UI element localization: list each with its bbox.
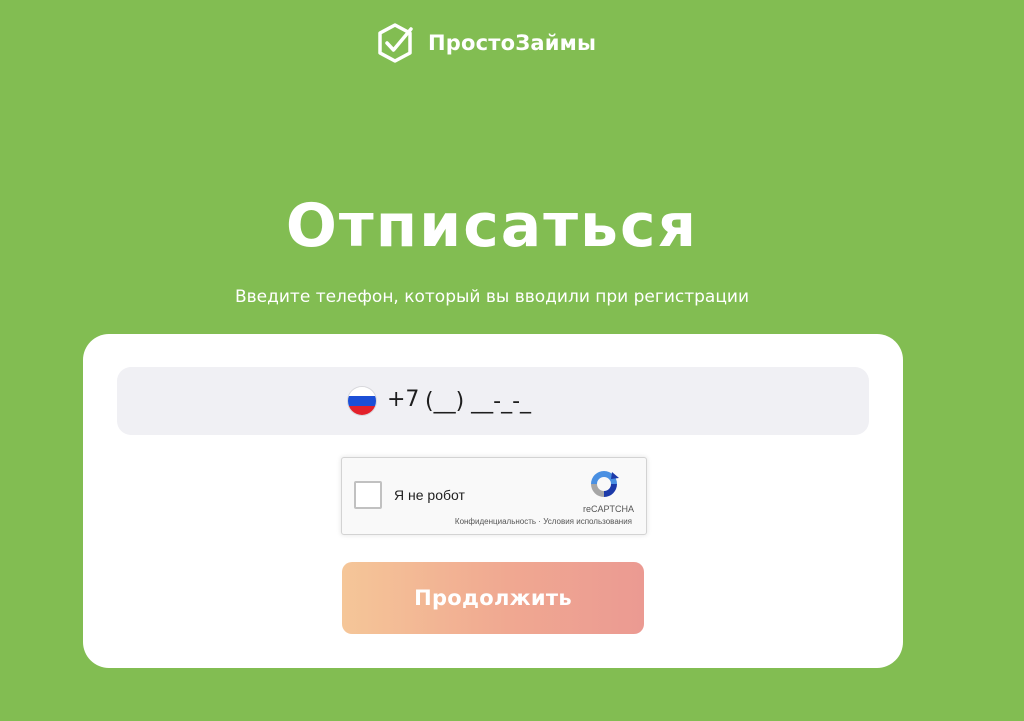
- phone-field[interactable]: +7: [117, 367, 869, 435]
- recaptcha-brand: reCAPTCHA: [582, 504, 634, 514]
- page-title: Отписаться: [285, 191, 699, 261]
- recaptcha-logo-icon: [588, 468, 620, 500]
- page-subtitle: Введите телефон, который вы вводили при …: [234, 287, 749, 307]
- unsubscribe-form-card: +7 Я не робот reCAPTCHA Конфиденциальнос…: [83, 334, 903, 668]
- logo-text: ПростоЗаймы: [428, 31, 597, 55]
- link-separator: ·: [538, 517, 541, 526]
- recaptcha-links: Конфиденциальность · Условия использован…: [455, 517, 632, 526]
- recaptcha-checkbox[interactable]: [354, 481, 382, 509]
- logo[interactable]: ПростоЗаймы: [374, 22, 596, 64]
- terms-link[interactable]: Условия использования: [543, 517, 632, 526]
- country-code: +7: [387, 387, 420, 412]
- shield-check-icon: [374, 22, 416, 64]
- recaptcha-label: Я не робот: [394, 487, 465, 503]
- phone-input[interactable]: [425, 384, 625, 418]
- russia-flag-icon: [348, 387, 376, 415]
- privacy-link[interactable]: Конфиденциальность: [455, 517, 536, 526]
- recaptcha-widget: Я не робот reCAPTCHA Конфиденциальность …: [341, 457, 647, 535]
- continue-button[interactable]: Продолжить: [342, 562, 644, 634]
